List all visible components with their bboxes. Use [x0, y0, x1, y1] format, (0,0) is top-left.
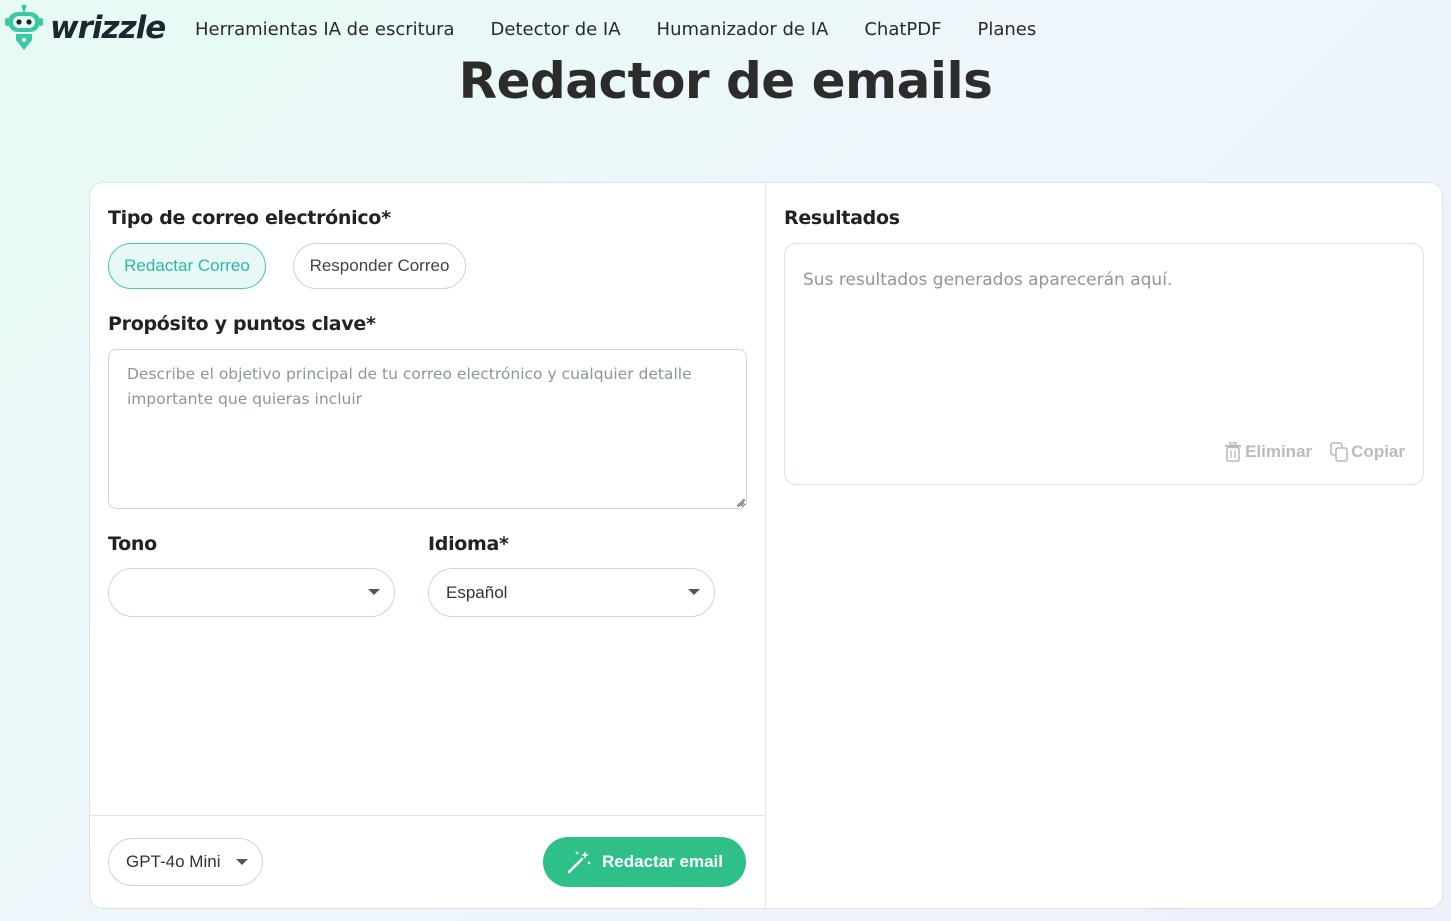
compose-email-button[interactable]: Redactar email [543, 837, 746, 887]
caret-down-icon [368, 589, 380, 595]
page-title: Redactor de emails [458, 52, 993, 110]
compose-email-button-label: Redactar email [602, 852, 723, 871]
results-panel[interactable]: Sus resultados generados aparecerán aquí… [784, 243, 1424, 485]
delete-button[interactable]: Eliminar [1224, 442, 1312, 462]
nav-item-plans[interactable]: Planes [978, 19, 1037, 40]
language-label: Idioma* [428, 533, 509, 555]
copy-button-label: Copiar [1351, 442, 1405, 461]
email-type-label: Tipo de correo electrónico* [108, 207, 391, 229]
results-placeholder: Sus resultados generados aparecerán aquí… [803, 270, 1173, 290]
main-nav: Herramientas IA de escritura Detector de… [195, 19, 1036, 40]
tone-select[interactable] [108, 568, 395, 617]
footer-divider [90, 815, 765, 816]
nav-item-ai-humanizer[interactable]: Humanizador de IA [657, 19, 829, 40]
language-select[interactable]: Español [428, 568, 715, 617]
language-select-value: Español [446, 582, 508, 602]
top-header: wrizzle Herramientas IA de escritura Det… [0, 0, 1451, 60]
nav-item-chatpdf[interactable]: ChatPDF [864, 19, 941, 40]
column-divider [765, 183, 766, 908]
brand-name: wrizzle [50, 10, 166, 46]
model-select-value: GPT-4o Mini [126, 852, 221, 871]
nav-item-writing-tools[interactable]: Herramientas IA de escritura [195, 19, 455, 40]
caret-down-icon [688, 589, 700, 595]
nav-item-ai-detector[interactable]: Detector de IA [491, 19, 621, 40]
compose-email-option[interactable]: Redactar Correo [108, 243, 266, 289]
robot-logo-icon [5, 4, 43, 50]
caret-down-icon [236, 859, 248, 865]
purpose-textarea[interactable]: Describe el objetivo principal de tu cor… [108, 349, 747, 509]
copy-icon [1330, 442, 1348, 462]
tool-card: Tipo de correo electrónico* Redactar Cor… [89, 182, 1443, 909]
magic-wand-icon [567, 851, 592, 874]
reply-email-option[interactable]: Responder Correo [293, 243, 466, 289]
results-label: Resultados [784, 207, 900, 229]
tone-label: Tono [108, 533, 157, 555]
brand-logo[interactable]: wrizzle [4, 4, 166, 52]
delete-button-label: Eliminar [1245, 442, 1313, 461]
copy-button[interactable]: Copiar [1330, 442, 1405, 462]
model-select[interactable]: GPT-4o Mini [108, 838, 263, 886]
results-actions: Eliminar Copiar [1224, 442, 1405, 462]
trash-icon [1225, 442, 1242, 462]
resize-grip-icon[interactable] [736, 498, 745, 507]
purpose-label: Propósito y puntos clave* [108, 313, 376, 335]
